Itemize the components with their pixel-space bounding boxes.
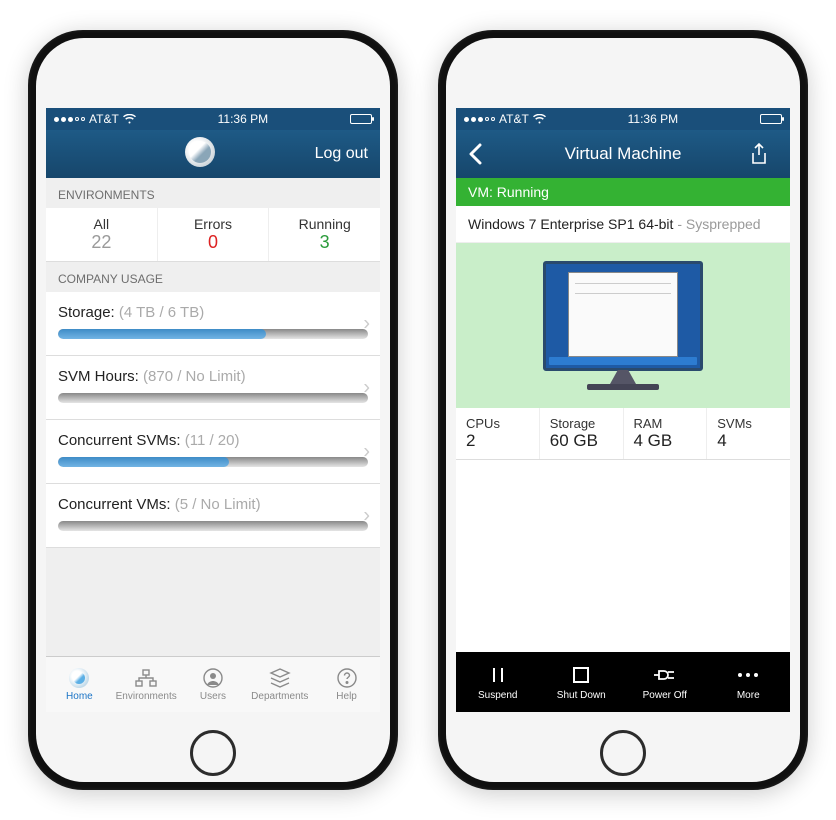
- signal-dots-icon: [54, 117, 85, 122]
- env-all[interactable]: All 22: [46, 208, 158, 261]
- vm-name-row: Windows 7 Enterprise SP1 64-bit - Syspre…: [456, 206, 790, 243]
- more-icon: [737, 664, 759, 686]
- environments-section-label: ENVIRONMENTS: [46, 178, 380, 208]
- battery-icon: [350, 114, 372, 124]
- spec-ram: RAM 4 GB: [624, 408, 708, 459]
- chevron-right-icon: ›: [363, 440, 370, 463]
- layers-icon: [269, 667, 291, 689]
- home-button[interactable]: [190, 730, 236, 776]
- phone-right: AT&T 11:36 PM Virtual Machine: [438, 30, 808, 790]
- app-logo: [86, 137, 315, 172]
- chevron-right-icon: ›: [363, 504, 370, 527]
- app-header: Log out: [46, 130, 380, 178]
- user-icon: [203, 667, 223, 689]
- vm-action-bar: Suspend Shut Down Power Off: [456, 652, 790, 712]
- spec-svms: SVMs 4: [707, 408, 790, 459]
- action-more[interactable]: More: [707, 652, 791, 712]
- tab-environments[interactable]: Environments: [113, 657, 180, 712]
- carrier-label: AT&T: [499, 112, 529, 126]
- home-button[interactable]: [600, 730, 646, 776]
- action-poweroff[interactable]: Power Off: [623, 652, 707, 712]
- tab-bar: Home Environments Users: [46, 656, 380, 712]
- logout-button[interactable]: Log out: [315, 145, 368, 163]
- env-errors[interactable]: Errors 0: [158, 208, 270, 261]
- clock-label: 11:36 PM: [218, 112, 268, 126]
- battery-icon: [760, 114, 782, 124]
- signal-dots-icon: [464, 117, 495, 122]
- action-shutdown[interactable]: Shut Down: [540, 652, 624, 712]
- progress-bar: [58, 521, 368, 531]
- help-icon: [337, 667, 357, 689]
- progress-bar: [58, 329, 368, 339]
- network-icon: [135, 667, 157, 689]
- spec-storage: Storage 60 GB: [540, 408, 624, 459]
- stop-icon: [572, 664, 590, 686]
- vm-specs: CPUs 2 Storage 60 GB RAM 4 GB SVMs 4: [456, 408, 790, 460]
- vm-status-banner: VM: Running: [456, 178, 790, 206]
- chevron-right-icon: ›: [363, 312, 370, 335]
- tab-help[interactable]: Help: [313, 657, 380, 712]
- progress-bar: [58, 457, 368, 467]
- phone-left: AT&T 11:36 PM Log out ENVIRONMENTS All: [28, 30, 398, 790]
- vm-thumbnail: [456, 243, 790, 408]
- pause-icon: [490, 664, 506, 686]
- screen-home: AT&T 11:36 PM Log out ENVIRONMENTS All: [46, 108, 380, 712]
- chevron-right-icon: ›: [363, 376, 370, 399]
- spec-cpus: CPUs 2: [456, 408, 540, 459]
- env-running[interactable]: Running 3: [269, 208, 380, 261]
- plug-icon: [652, 664, 678, 686]
- tab-departments[interactable]: Departments: [246, 657, 313, 712]
- usage-concurrent-svms[interactable]: Concurrent SVMs: (11 / 20) ›: [46, 420, 380, 484]
- vm-name: Windows 7 Enterprise SP1 64-bit: [468, 216, 673, 232]
- clock-label: 11:36 PM: [628, 112, 678, 126]
- status-bar: AT&T 11:36 PM: [46, 108, 380, 130]
- swirl-icon: [69, 667, 89, 689]
- usage-svm-hours[interactable]: SVM Hours: (870 / No Limit) ›: [46, 356, 380, 420]
- back-button[interactable]: [468, 143, 496, 165]
- usage-concurrent-vms[interactable]: Concurrent VMs: (5 / No Limit) ›: [46, 484, 380, 548]
- screen-vm-detail: AT&T 11:36 PM Virtual Machine: [456, 108, 790, 712]
- wifi-icon: [533, 114, 546, 124]
- usage-storage[interactable]: Storage: (4 TB / 6 TB) ›: [46, 292, 380, 356]
- action-suspend[interactable]: Suspend: [456, 652, 540, 712]
- monitor-icon: [543, 261, 703, 390]
- empty-area: [456, 460, 790, 652]
- environments-summary: All 22 Errors 0 Running 3: [46, 208, 380, 262]
- app-header: Virtual Machine: [456, 130, 790, 178]
- company-usage-section-label: COMPANY USAGE: [46, 262, 380, 292]
- carrier-label: AT&T: [89, 112, 119, 126]
- progress-bar: [58, 393, 368, 403]
- status-bar: AT&T 11:36 PM: [456, 108, 790, 130]
- tab-users[interactable]: Users: [180, 657, 247, 712]
- share-button[interactable]: [750, 143, 778, 165]
- swirl-logo-icon: [185, 137, 215, 167]
- tab-home[interactable]: Home: [46, 657, 113, 712]
- page-title: Virtual Machine: [496, 144, 750, 164]
- vm-suffix: - Sysprepped: [673, 216, 760, 232]
- wifi-icon: [123, 114, 136, 124]
